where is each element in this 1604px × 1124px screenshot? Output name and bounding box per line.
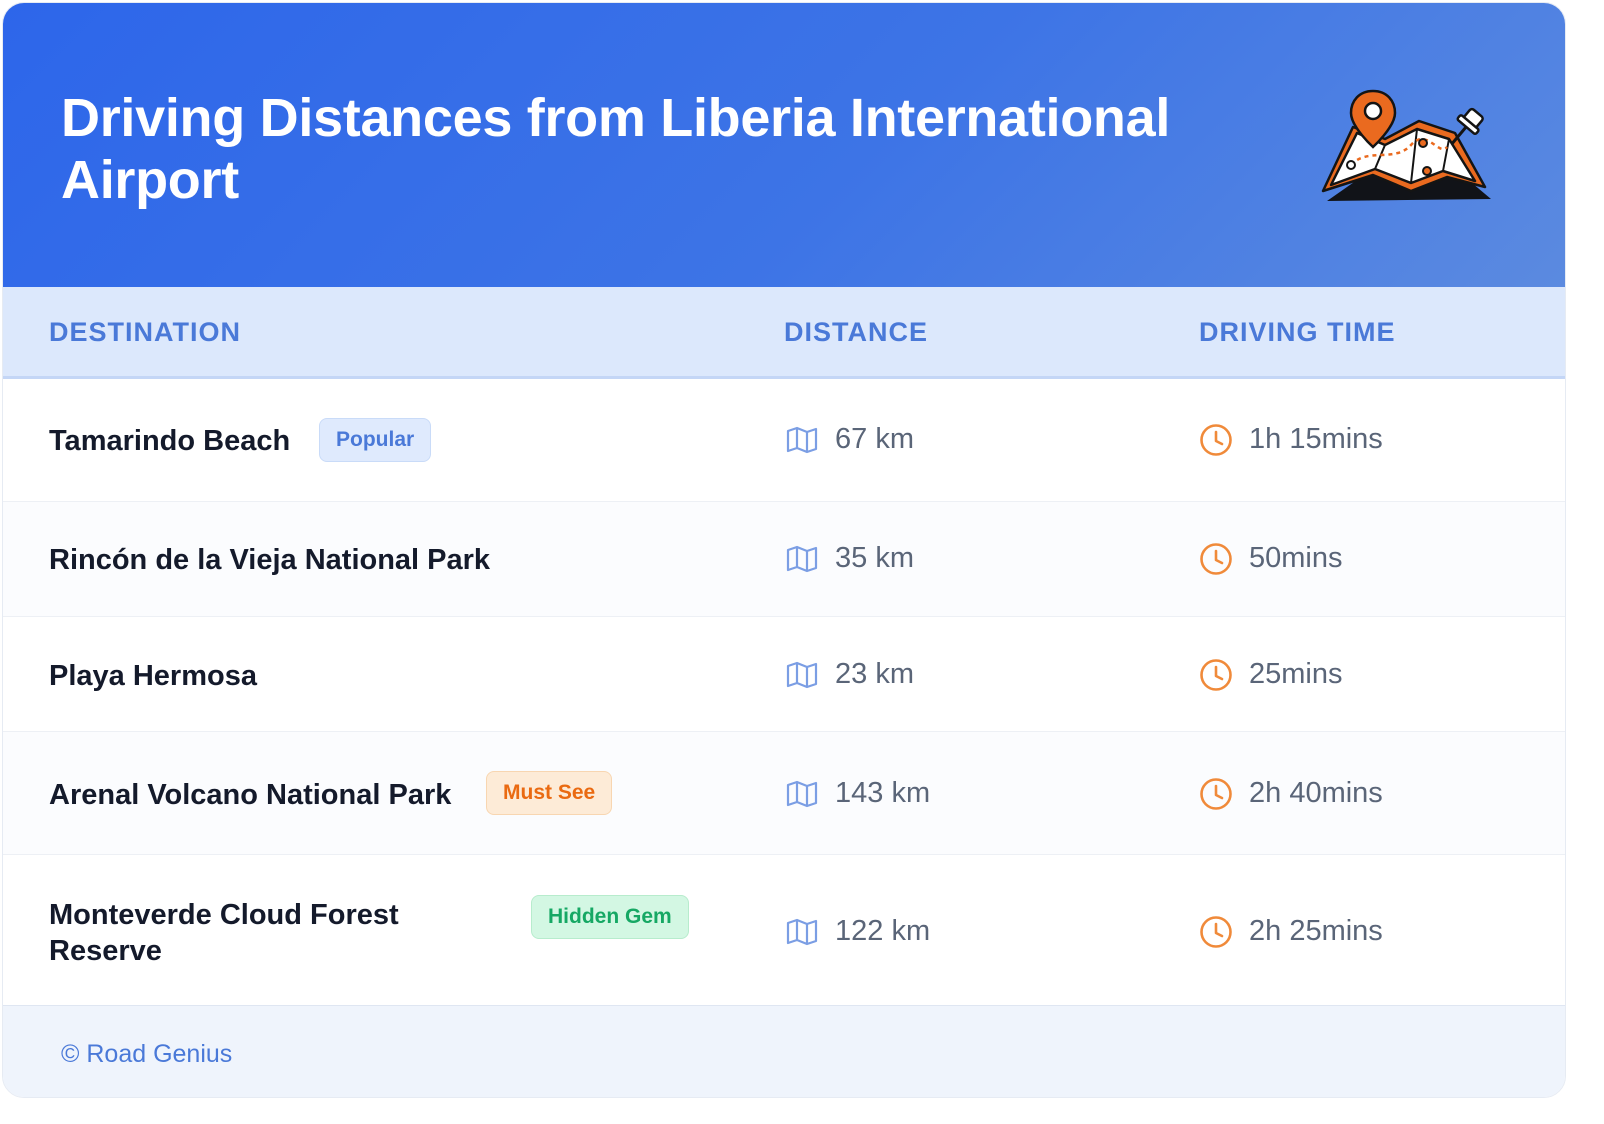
map-icon — [786, 918, 818, 946]
popular-badge: Popular — [319, 418, 432, 462]
distance-card: Driving Distances from Liberia Internati… — [2, 2, 1566, 1098]
distance-value: 23 km — [835, 658, 914, 690]
table-row: Rincón de la Vieja National Park 35 km 5… — [3, 502, 1565, 617]
table-row: Monteverde Cloud Forest Reserve Hidden G… — [3, 855, 1565, 1005]
driving-time-value: 2h 40mins — [1249, 777, 1383, 809]
destination-name: Monteverde Cloud Forest Reserve — [49, 899, 399, 967]
clock-icon — [1200, 543, 1232, 575]
distance-value: 143 km — [835, 777, 931, 809]
table-row: Playa Hermosa 23 km 25mins — [3, 617, 1565, 732]
destination-name: Tamarindo Beach — [49, 425, 291, 457]
clock-icon — [1200, 778, 1232, 810]
must-see-badge: Must See — [486, 771, 613, 815]
driving-time-value: 50mins — [1249, 542, 1343, 574]
map-icon — [786, 545, 818, 573]
distance-value: 35 km — [835, 542, 914, 574]
distance-value: 67 km — [835, 423, 914, 455]
column-header-driving-time: DRIVING TIME — [1199, 317, 1396, 347]
card-header: Driving Distances from Liberia Internati… — [3, 3, 1565, 287]
clock-icon — [1200, 424, 1232, 456]
map-icon — [786, 426, 818, 454]
credit-link[interactable]: © Road Genius — [61, 1040, 232, 1069]
card-footer: © Road Genius — [3, 1005, 1565, 1097]
driving-time-value: 2h 25mins — [1249, 915, 1383, 947]
distance-value: 122 km — [835, 915, 931, 947]
map-with-pins-icon — [1321, 89, 1491, 201]
map-icon — [786, 661, 818, 689]
destination-name: Rincón de la Vieja National Park — [49, 544, 491, 576]
table-row: Arenal Volcano National Park Must See 14… — [3, 732, 1565, 855]
clock-icon — [1200, 659, 1232, 691]
driving-time-value: 1h 15mins — [1249, 423, 1383, 455]
driving-time-value: 25mins — [1249, 658, 1343, 690]
clock-icon — [1200, 916, 1232, 948]
table-row: Tamarindo Beach Popular 67 km 1h 15mins — [3, 379, 1565, 502]
destination-name: Playa Hermosa — [49, 660, 257, 692]
column-header-destination: DESTINATION — [49, 317, 241, 347]
map-icon — [786, 780, 818, 808]
destination-name: Arenal Volcano National Park — [49, 779, 452, 811]
page-title: Driving Distances from Liberia Internati… — [61, 88, 1171, 210]
hidden-gem-badge: Hidden Gem — [531, 895, 689, 939]
table-header: DESTINATION DISTANCE DRIVING TIME — [3, 287, 1565, 379]
column-header-distance: DISTANCE — [784, 317, 929, 347]
